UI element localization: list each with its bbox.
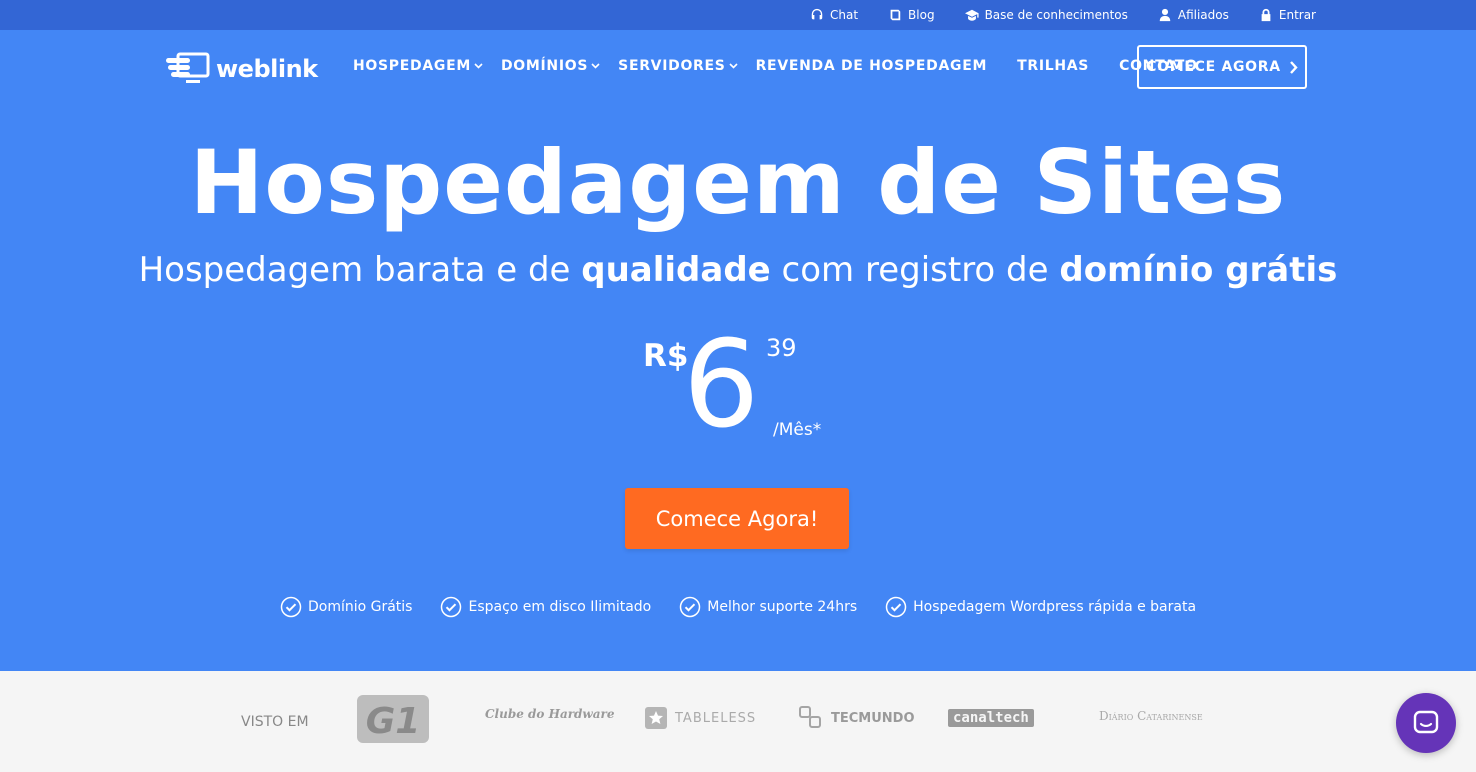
check-circle-icon bbox=[885, 596, 907, 618]
chevron-down-icon bbox=[474, 63, 483, 69]
brand-logo[interactable]: weblink bbox=[166, 52, 318, 86]
affiliates-link-label: Afiliados bbox=[1177, 8, 1229, 22]
subtitle-part: com registro de bbox=[770, 250, 1060, 290]
nav-item-label: DOMÍNIOS bbox=[500, 58, 589, 74]
feature-label: Melhor suporte 24hrs bbox=[707, 599, 858, 615]
nav-item-label: HOSPEDAGEM bbox=[353, 58, 471, 74]
tecmundo-logo-text: TECMUNDO bbox=[831, 710, 915, 726]
canaltech-logo-text: canaltech bbox=[953, 710, 1029, 726]
nav-item-servidores[interactable]: SERVIDORES bbox=[618, 58, 755, 74]
blog-link[interactable]: Blog bbox=[888, 8, 935, 22]
utility-links: Chat Blog Base de conhecimentos Afiliado… bbox=[810, 0, 1316, 30]
press-strip: VISTO EM G1 Clube do Hardware TABLELESS … bbox=[0, 671, 1476, 772]
diario-catarinense-logo-text: Diário Catarinense bbox=[1099, 709, 1203, 723]
check-circle-icon bbox=[441, 596, 462, 618]
knowledge-base-link-label: Base de conhecimentos bbox=[984, 8, 1128, 22]
knowledge-base-link[interactable]: Base de conhecimentos bbox=[964, 8, 1128, 22]
feature-item: Melhor suporte 24hrs bbox=[679, 596, 857, 618]
hero-title: Hospedagem de Sites bbox=[189, 131, 1287, 234]
press-logo-clube-do-hardware: Clube do Hardware bbox=[485, 707, 615, 721]
headset-icon bbox=[811, 8, 823, 20]
main-navigation: weblink HOSPEDAGEM DOMÍNIOS SERVIDORES R… bbox=[0, 30, 1476, 104]
press-label: VISTO EM bbox=[241, 714, 309, 730]
price-display: R$ 6 39 /Mês* bbox=[643, 316, 843, 460]
press-logo-canaltech: canaltech bbox=[948, 709, 1034, 727]
nav-item-dominios[interactable]: DOMÍNIOS bbox=[501, 58, 618, 74]
nav-item-label: SERVIDORES bbox=[618, 58, 726, 74]
price-integer: 6 bbox=[683, 316, 760, 455]
price-cents: 39 bbox=[766, 334, 797, 362]
subtitle-part: Hospedagem barata e de bbox=[138, 250, 582, 290]
price-currency: R$ bbox=[643, 338, 689, 374]
star-square-icon bbox=[645, 707, 667, 729]
login-link[interactable]: Entrar bbox=[1259, 8, 1316, 22]
feature-item: Espaço em disco Ilimitado bbox=[440, 596, 651, 618]
subtitle-emphasis-free-domain: domínio grátis bbox=[1059, 250, 1338, 290]
brand-name: weblink bbox=[216, 55, 318, 83]
blog-link-label: Blog bbox=[908, 8, 935, 22]
nav-item-trilhas[interactable]: TRILHAS bbox=[1017, 58, 1089, 74]
chevron-down-icon bbox=[591, 63, 600, 69]
g1-logo: G1 bbox=[357, 695, 429, 743]
chat-link-label: Chat bbox=[830, 8, 859, 22]
graduation-cap-icon bbox=[964, 9, 979, 21]
login-link-label: Entrar bbox=[1278, 8, 1316, 22]
get-started-nav-label: COMECE AGORA bbox=[1146, 59, 1281, 75]
check-circle-icon bbox=[280, 596, 302, 618]
check-circle-icon bbox=[680, 596, 701, 618]
chevron-down-icon bbox=[729, 63, 738, 69]
affiliates-link[interactable]: Afiliados bbox=[1158, 8, 1229, 22]
nav-item-hospedagem[interactable]: HOSPEDAGEM bbox=[353, 58, 501, 74]
g1-logo-text: G1 bbox=[366, 701, 421, 742]
get-started-hero-label: Comece Agora! bbox=[655, 506, 819, 531]
nav-item-revenda[interactable]: REVENDA DE HOSPEDAGEM bbox=[756, 58, 988, 74]
top-utility-bar: Chat Blog Base de conhecimentos Afiliado… bbox=[0, 0, 1476, 30]
chat-bubble-icon bbox=[1413, 710, 1439, 734]
lock-icon bbox=[1261, 8, 1271, 22]
nav-item-label: REVENDA DE HOSPEDAGEM bbox=[755, 58, 988, 74]
get-started-nav-button[interactable]: COMECE AGORA bbox=[1137, 45, 1307, 89]
press-logo-g1: G1 bbox=[357, 695, 429, 743]
feature-item: Hospedagem Wordpress rápida e barata bbox=[885, 596, 1196, 618]
subtitle-emphasis-quality: qualidade bbox=[581, 250, 771, 290]
press-logo-tableless: TABLELESS bbox=[645, 707, 756, 729]
nav-menu: HOSPEDAGEM DOMÍNIOS SERVIDORES REVENDA D… bbox=[353, 58, 1228, 74]
press-logo-diario-catarinense: Diário Catarinense bbox=[1099, 709, 1203, 723]
book-icon bbox=[890, 9, 901, 21]
feature-label: Espaço em disco Ilimitado bbox=[468, 599, 652, 615]
user-icon bbox=[1159, 8, 1171, 22]
feature-list: Domínio Grátis Espaço em disco Ilimitado… bbox=[0, 596, 1476, 618]
feature-item: Domínio Grátis bbox=[280, 596, 413, 618]
chevron-right-icon bbox=[1289, 60, 1298, 74]
clube-hardware-logo-text: Clube do Hardware bbox=[485, 707, 615, 721]
chat-link[interactable]: Chat bbox=[810, 8, 858, 22]
stacked-monitor-logo bbox=[166, 52, 210, 83]
feature-label: Hospedagem Wordpress rápida e barata bbox=[913, 599, 1197, 615]
tableless-logo-text: TABLELESS bbox=[675, 710, 757, 726]
price-period: /Mês* bbox=[773, 420, 822, 440]
hero-subtitle: Hospedagem barata e de qualidade com reg… bbox=[0, 248, 1476, 292]
press-logo-tecmundo: TECMUNDO bbox=[799, 706, 915, 730]
tecmundo-mark-icon bbox=[799, 706, 821, 728]
nav-item-label: TRILHAS bbox=[1017, 58, 1090, 74]
get-started-hero-button[interactable]: Comece Agora! bbox=[625, 488, 849, 549]
feature-label: Domínio Grátis bbox=[307, 599, 413, 615]
live-chat-button[interactable] bbox=[1396, 693, 1456, 753]
